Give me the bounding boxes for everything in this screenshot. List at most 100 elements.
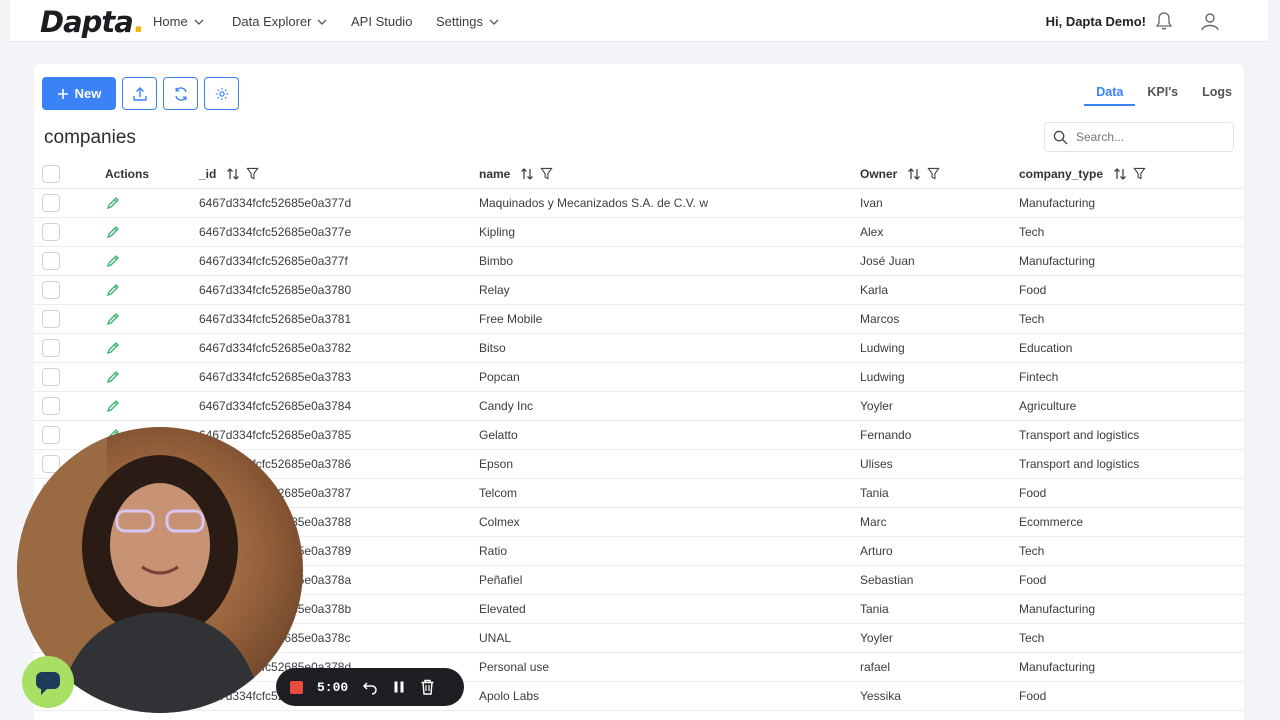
cell-name: Bitso bbox=[479, 341, 506, 355]
row-checkbox[interactable] bbox=[42, 281, 60, 299]
cell-name: Free Mobile bbox=[479, 312, 543, 326]
sort-icon[interactable] bbox=[907, 167, 921, 181]
edit-pencil-icon[interactable] bbox=[106, 312, 120, 326]
sort-icon[interactable] bbox=[226, 167, 240, 181]
nav-data-explorer[interactable]: Data Explorer bbox=[232, 14, 327, 29]
edit-pencil-icon[interactable] bbox=[106, 399, 120, 413]
cell-owner: Marcos bbox=[860, 312, 900, 326]
select-all-checkbox[interactable] bbox=[42, 164, 60, 183]
edit-pencil-icon[interactable] bbox=[106, 196, 120, 210]
user-greeting: Hi, Dapta Demo! bbox=[1045, 14, 1146, 29]
row-checkbox[interactable] bbox=[42, 194, 60, 212]
trash-icon[interactable] bbox=[420, 679, 435, 695]
user-icon[interactable] bbox=[1200, 11, 1220, 31]
cell-company-type: Tech bbox=[1019, 544, 1045, 558]
bell-icon[interactable] bbox=[1154, 11, 1174, 31]
row-checkbox[interactable] bbox=[42, 339, 60, 357]
search-input[interactable] bbox=[1076, 130, 1216, 144]
filter-icon[interactable] bbox=[927, 167, 941, 180]
undo-icon[interactable] bbox=[362, 679, 378, 695]
tab-data[interactable]: Data bbox=[1084, 82, 1136, 106]
row-checkbox[interactable] bbox=[42, 252, 60, 270]
header-owner-label: Owner bbox=[860, 166, 898, 181]
cell-company-type: Fintech bbox=[1019, 370, 1059, 384]
row-checkbox[interactable] bbox=[42, 310, 60, 328]
chat-bubble-icon bbox=[36, 672, 60, 695]
recording-controls: 5:00 bbox=[276, 668, 464, 706]
cell-company-type: Tech bbox=[1019, 631, 1045, 645]
cell-owner: Fernando bbox=[860, 428, 912, 442]
cell-owner: Ludwing bbox=[860, 370, 905, 384]
table-row[interactable]: 6467d334fcfc52685e0a3782 Bitso Ludwing Educ… bbox=[34, 334, 1244, 363]
cell-name: Bimbo bbox=[479, 254, 514, 268]
filter-icon[interactable] bbox=[540, 167, 554, 180]
filter-icon[interactable] bbox=[246, 167, 260, 180]
header-actions: Actions bbox=[105, 166, 150, 181]
cell-name: Relay bbox=[479, 283, 510, 297]
cell-company-type: Transport and logistics bbox=[1019, 457, 1140, 471]
tab-logs[interactable]: Logs bbox=[1190, 82, 1244, 106]
table-row[interactable]: 6467d334fcfc52685e0a3784 Candy Inc Yoyler A… bbox=[34, 392, 1244, 421]
row-checkbox[interactable] bbox=[42, 368, 60, 386]
edit-pencil-icon[interactable] bbox=[106, 370, 120, 384]
cell-company-type: Tech bbox=[1019, 225, 1045, 239]
page-title: companies bbox=[44, 127, 136, 148]
search-icon bbox=[1053, 130, 1068, 145]
sort-icon[interactable] bbox=[1113, 167, 1127, 181]
edit-pencil-icon[interactable] bbox=[106, 341, 120, 355]
tab-kpis[interactable]: KPI's bbox=[1135, 82, 1190, 106]
sort-icon[interactable] bbox=[520, 167, 534, 181]
cell-company-type: Transport and logistics bbox=[1019, 428, 1140, 442]
table-row[interactable]: 6467d334fcfc52685e0a3783 Popcan Ludwing Fin… bbox=[34, 363, 1244, 392]
cell-owner: Marc bbox=[860, 515, 887, 529]
cell-id: 6467d334fcfc52685e0a377d bbox=[199, 196, 352, 210]
cell-company-type: Ecommerce bbox=[1019, 515, 1084, 529]
nav-settings[interactable]: Settings bbox=[436, 14, 499, 29]
cell-id: 6467d334fcfc52685e0a3784 bbox=[199, 399, 352, 413]
export-button[interactable] bbox=[122, 77, 157, 110]
stop-recording-button[interactable] bbox=[290, 680, 303, 694]
recording-timer: 5:00 bbox=[317, 679, 349, 695]
cell-company-type: Manufacturing bbox=[1019, 602, 1096, 616]
nav-label: Home bbox=[153, 14, 188, 29]
gear-icon bbox=[215, 87, 228, 100]
filter-icon[interactable] bbox=[1133, 167, 1146, 180]
cell-owner: Tania bbox=[860, 602, 889, 616]
nav-api-studio[interactable]: API Studio bbox=[351, 14, 412, 29]
upload-icon bbox=[132, 86, 147, 101]
table-header-row: Actions _id name Owner company_type bbox=[34, 159, 1244, 189]
nav-home[interactable]: Home bbox=[153, 14, 204, 29]
chevron-down-icon bbox=[489, 19, 499, 25]
cell-owner: Tania bbox=[860, 486, 889, 500]
dapta-logo[interactable]: Dapta. bbox=[40, 5, 144, 39]
cell-company-type: Tech bbox=[1019, 312, 1045, 326]
row-checkbox[interactable] bbox=[42, 223, 60, 241]
cell-owner: Yoyler bbox=[860, 399, 893, 413]
table-row[interactable]: 6467d334fcfc52685e0a377d Maquinados y Mec… bbox=[34, 189, 1244, 218]
cell-company-type: Manufacturing bbox=[1019, 254, 1096, 268]
table-row[interactable]: 6467d334fcfc52685e0a3780 Relay Karla Food bbox=[34, 276, 1244, 305]
nav-label: Settings bbox=[436, 14, 483, 29]
header-type-label: company_type bbox=[1019, 166, 1104, 181]
row-checkbox[interactable] bbox=[42, 397, 60, 415]
table-settings-button[interactable] bbox=[204, 77, 239, 110]
pause-icon[interactable] bbox=[392, 680, 406, 694]
table-row[interactable]: 6467d334fcfc52685e0a3781 Free Mobile Marco… bbox=[34, 305, 1244, 334]
cell-company-type: Education bbox=[1019, 341, 1073, 355]
search-box[interactable] bbox=[1044, 122, 1234, 152]
cell-name: Peñafiel bbox=[479, 573, 523, 587]
row-checkbox[interactable] bbox=[42, 426, 60, 444]
header-id-label: _id bbox=[199, 166, 217, 181]
chat-support-button[interactable] bbox=[22, 656, 74, 708]
cell-company-type: Manufacturing bbox=[1019, 660, 1096, 674]
new-record-button[interactable]: New bbox=[42, 77, 116, 110]
edit-pencil-icon[interactable] bbox=[106, 254, 120, 268]
table-row[interactable]: 6467d334fcfc52685e0a377e Kipling Alex Tech bbox=[34, 218, 1244, 247]
cell-company-type: Food bbox=[1019, 283, 1047, 297]
refresh-button[interactable] bbox=[163, 77, 198, 110]
table-row[interactable]: 6467d334fcfc52685e0a377f Bimbo José Juan Ma… bbox=[34, 247, 1244, 276]
cell-company-type: Food bbox=[1019, 573, 1047, 587]
edit-pencil-icon[interactable] bbox=[106, 283, 120, 297]
edit-pencil-icon[interactable] bbox=[106, 225, 120, 239]
cell-name: Colmex bbox=[479, 515, 520, 529]
